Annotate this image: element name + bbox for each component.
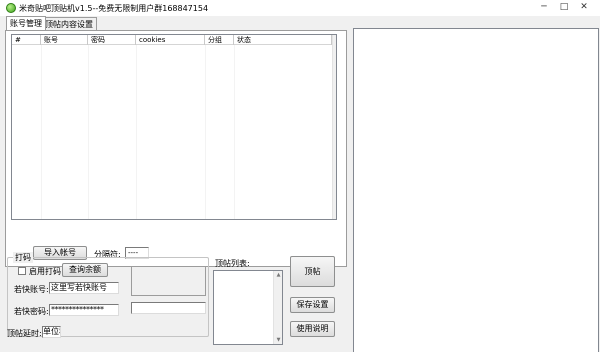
ruokuai-account-input[interactable]: 这里写若快账号: [49, 282, 119, 294]
column-divider: [136, 45, 137, 219]
column-divider: [88, 45, 89, 219]
scroll-up-icon[interactable]: ▲: [275, 272, 282, 278]
ruokuai-account-label: 若快账号:: [14, 285, 49, 294]
log-output-panel[interactable]: [353, 28, 599, 352]
title-bar: 米奇贴吧顶贴机v1.5--免费无限制用户群168847154 ─ □ ✕: [0, 0, 600, 16]
enable-captcha-label[interactable]: 启用打码: [29, 266, 61, 277]
help-button[interactable]: 使用说明: [290, 321, 335, 337]
query-balance-button[interactable]: 查询余额: [62, 263, 108, 277]
column-divider: [234, 45, 235, 219]
window-title: 米奇贴吧顶贴机v1.5--免费无限制用户群168847154: [19, 4, 209, 13]
scroll-down-icon[interactable]: ▼: [275, 337, 282, 343]
column-header-status[interactable]: 状态: [234, 35, 332, 45]
list-vertical-scrollbar[interactable]: ▲ ▼: [273, 271, 282, 344]
column-header-index[interactable]: #: [12, 35, 41, 45]
top-list-box[interactable]: ▲ ▼: [213, 270, 283, 345]
ruokuai-password-label: 若快密码:: [14, 307, 49, 316]
enable-captcha-checkbox[interactable]: [18, 267, 26, 275]
column-header-cookies[interactable]: cookies: [136, 35, 205, 45]
tab-top-content-settings[interactable]: 顶帖内容设置: [41, 17, 97, 30]
client-area: 账号管理 顶帖内容设置 # 账号 密码 cookies 分组 状态 导入帐号 分…: [0, 16, 600, 352]
minimize-icon[interactable]: ─: [537, 1, 551, 13]
table-header: # 账号 密码 cookies 分组 状态: [12, 35, 336, 45]
captcha-group-title: 打码: [13, 252, 33, 263]
column-divider: [41, 45, 42, 219]
ruokuai-password-input[interactable]: ***************: [49, 304, 119, 316]
save-settings-button[interactable]: 保存设置: [290, 297, 335, 313]
top-list-label: 顶帖列表:: [215, 259, 250, 268]
table-vertical-scrollbar[interactable]: [332, 35, 336, 219]
tab-account-management[interactable]: 账号管理: [6, 16, 46, 30]
delay-label: 顶帖延时:: [7, 329, 42, 338]
app-orb-icon: [6, 3, 16, 13]
maximize-icon[interactable]: □: [557, 1, 571, 13]
delay-input[interactable]: 单位秒: [42, 326, 61, 338]
account-tab-panel: # 账号 密码 cookies 分组 状态 导入帐号 分隔符: ----: [5, 30, 347, 267]
column-divider: [205, 45, 206, 219]
captcha-groupbox: 打码 启用打码 查询余额 若快账号: 这里写若快账号 若快密码: *******…: [7, 252, 209, 337]
column-header-group[interactable]: 分组: [205, 35, 234, 45]
captcha-code-input[interactable]: [131, 302, 206, 314]
close-icon[interactable]: ✕: [577, 1, 591, 13]
column-header-account[interactable]: 账号: [41, 35, 88, 45]
top-post-button[interactable]: 顶帖: [290, 256, 335, 287]
column-header-password[interactable]: 密码: [88, 35, 136, 45]
captcha-image-box: [131, 266, 206, 296]
account-table[interactable]: # 账号 密码 cookies 分组 状态: [11, 34, 337, 220]
